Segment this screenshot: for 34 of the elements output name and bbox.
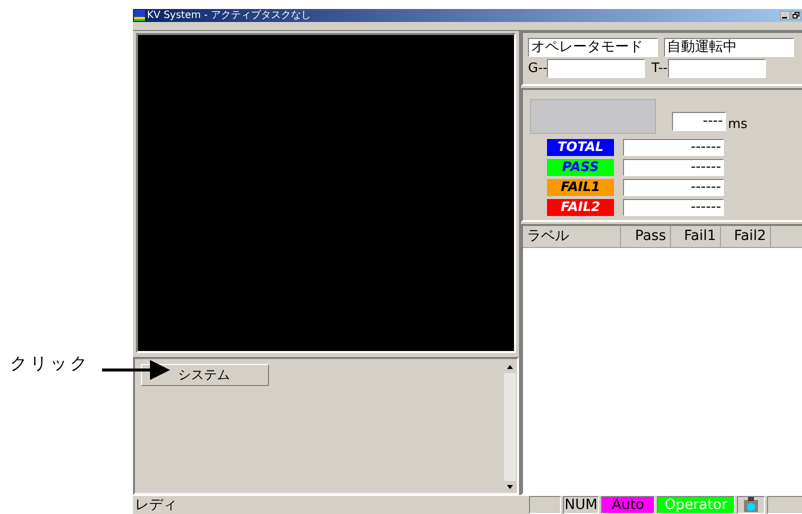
annotation-label: クリック (10, 353, 90, 375)
counter-field: ------ (623, 139, 724, 156)
app-logo-icon (134, 10, 145, 21)
column-header[interactable]: Fail1 (671, 226, 721, 248)
counter-field: ------ (623, 159, 724, 176)
counter-tag: FAIL1 (547, 179, 614, 196)
status-indicator: Auto (601, 496, 655, 514)
column-header[interactable]: ラベル (523, 226, 621, 248)
t-label: T-- (651, 61, 668, 76)
mode-field: オペレータモード (528, 38, 658, 57)
counter-field: ------ (623, 199, 724, 216)
column-header[interactable]: Fail2 (721, 226, 771, 248)
time-field: ---- (672, 112, 726, 131)
pointer-arrow (102, 360, 172, 380)
t-field[interactable] (668, 59, 766, 78)
status-indicator: NUM (563, 496, 599, 514)
column-header[interactable]: Pass (621, 226, 671, 248)
unit-label: ms (728, 117, 748, 132)
counter-tag: FAIL2 (547, 199, 614, 216)
status-message: レディ (134, 496, 178, 514)
status-indicator: Operator (657, 496, 735, 514)
scroll-up-icon[interactable] (504, 361, 516, 373)
g-label: G-- (528, 61, 548, 76)
counter-field: ------ (623, 179, 724, 196)
counter-tag: PASS (547, 159, 614, 176)
scroll-down-icon[interactable] (504, 481, 516, 493)
scrollbar[interactable] (504, 361, 516, 493)
state-field: 自動運転中 (664, 38, 794, 57)
window-title: KV System - アクティブタスクなし (147, 9, 311, 22)
restore-button[interactable] (791, 11, 801, 20)
g-field[interactable] (547, 59, 646, 78)
counter-tag: TOTAL (547, 139, 614, 156)
system-button[interactable]: システム (141, 364, 269, 386)
minimize-button[interactable] (780, 11, 790, 20)
